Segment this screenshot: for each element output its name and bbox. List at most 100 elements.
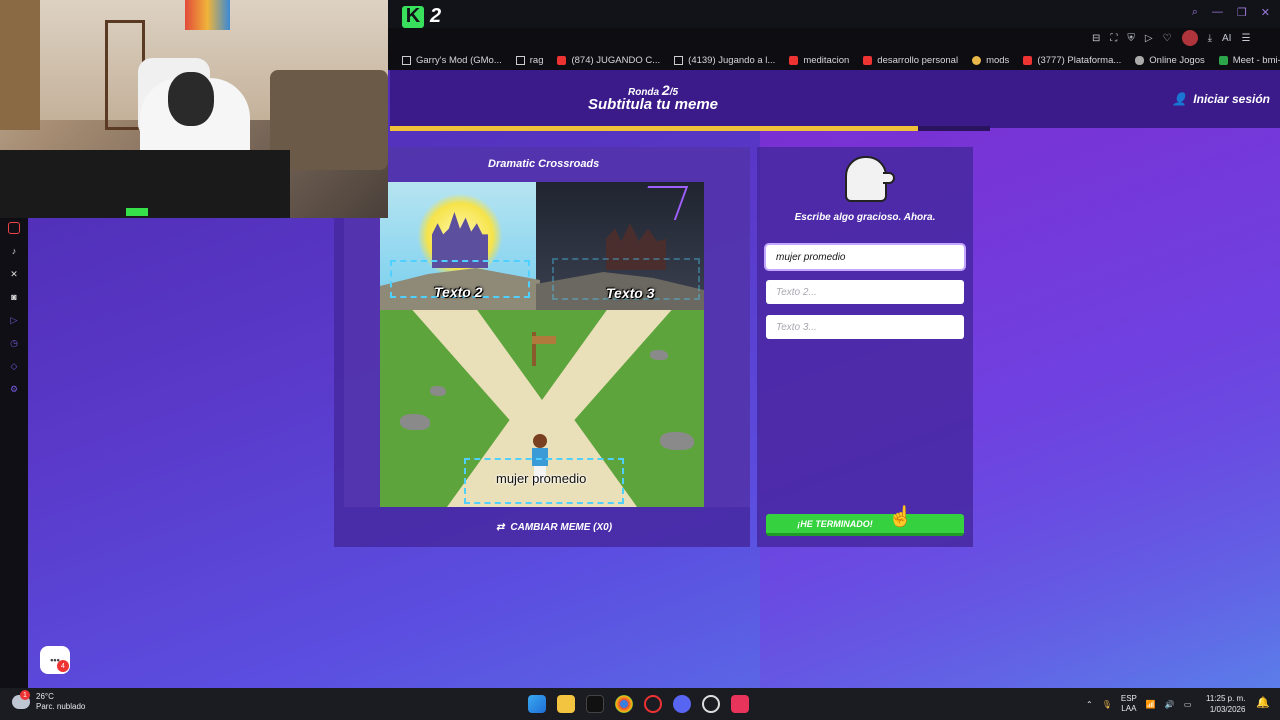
star-icon — [972, 55, 982, 65]
webcam-overlay — [0, 0, 388, 218]
mouse-cursor: ↖ — [916, 318, 927, 332]
avatar[interactable] — [1181, 30, 1198, 46]
caption-input-2[interactable] — [766, 280, 964, 304]
done-button[interactable]: ¡HE TERMINADO! — [766, 514, 964, 536]
minimize-icon[interactable]: — — [1212, 6, 1223, 19]
game-header — [390, 70, 1280, 128]
chat-badge: 4 — [57, 660, 69, 672]
ai-button[interactable]: AI — [1222, 33, 1231, 44]
weather-widget[interactable]: 1 26°C Parc. nublado — [12, 690, 85, 712]
youtube-icon — [1023, 55, 1033, 65]
chrome-icon[interactable] — [615, 695, 633, 713]
chat-bubble-icon[interactable]: ◇ — [8, 360, 20, 372]
login-button[interactable]: 👤 Iniciar sesión — [1172, 92, 1270, 106]
bookmark-label: (874) JUGANDO C... — [571, 54, 661, 66]
progress-fill — [390, 126, 918, 131]
play-icon[interactable]: ▷ — [1145, 33, 1153, 44]
caption-panel — [757, 147, 973, 547]
change-meme-button[interactable]: ⇄ CAMBIAR MEME (X0) — [496, 522, 612, 533]
gear-app-icon[interactable] — [702, 695, 720, 713]
windows-start-icon[interactable] — [528, 695, 546, 713]
language-indicator[interactable]: ESP LAA — [1121, 694, 1137, 714]
webcam-door — [0, 0, 40, 130]
toolbar-icons: ⊟ ⛶ ⛨ ▷ ♡ ⤓ AI ☰ — [1092, 30, 1250, 46]
opera-gx-icon[interactable] — [644, 695, 662, 713]
bookmark-label: Garry's Mod (GMo... — [416, 54, 502, 66]
restore-icon[interactable]: ❐ — [1237, 6, 1247, 19]
search-icon[interactable]: ⌕ — [1192, 6, 1198, 19]
history-icon[interactable]: ◷ — [8, 337, 20, 349]
tiktok-icon[interactable]: ♪ — [8, 245, 20, 257]
notification-icon[interactable]: 🔔 — [1256, 696, 1270, 709]
rock — [660, 432, 694, 450]
discord-icon[interactable]: ◙ — [8, 291, 20, 303]
download-icon[interactable]: ⤓ — [1208, 33, 1212, 44]
player-icon[interactable]: ▷ — [8, 314, 20, 326]
caption-input-1[interactable] — [766, 245, 964, 269]
bookmark-item[interactable]: Meet - bmi-cosq-... — [1218, 54, 1280, 66]
menu-icon[interactable]: ☰ — [1241, 33, 1250, 44]
bookmark-item[interactable]: meditacion — [789, 55, 849, 66]
bookmark-item[interactable]: rag — [515, 54, 544, 66]
doc-icon — [402, 55, 411, 65]
shield-icon[interactable]: ⛨ — [1127, 33, 1135, 44]
microphone-icon[interactable]: 🎙 — [1102, 700, 1112, 709]
rock — [650, 350, 668, 360]
browser-sidebar: ♪ ✕ ◙ ▷ ◷ ◇ ⚙ — [0, 220, 28, 690]
system-tray: ⌃ 🎙 ESP LAA 📶 🔊 ▭ — [1086, 694, 1191, 714]
taskbar-apps — [528, 695, 749, 713]
bookmark-item[interactable]: Garry's Mod (GMo... — [402, 55, 502, 66]
x-icon[interactable]: ✕ — [8, 268, 20, 280]
change-meme-label: CAMBIAR MEME (X0) — [510, 522, 613, 533]
doc-icon — [515, 55, 525, 65]
app-logo[interactable]: K 2 — [402, 5, 441, 28]
tiktok-icon[interactable] — [586, 695, 604, 713]
instagram-icon[interactable] — [8, 222, 20, 234]
logo-suffix: 2 — [430, 5, 442, 27]
close-icon[interactable]: ✕ — [1261, 6, 1270, 19]
shuffle-icon: ⇄ — [496, 522, 505, 533]
user-icon: 👤 — [1172, 92, 1188, 106]
bookmark-label: desarrollo personal — [877, 54, 959, 66]
discord-icon[interactable] — [673, 695, 691, 713]
youtube-icon — [863, 55, 873, 65]
caption-input-3[interactable] — [766, 315, 964, 339]
time: 11:25 p. m. — [1206, 694, 1246, 703]
bookmark-item[interactable]: mods — [972, 55, 1009, 66]
bookmark-item[interactable]: (4139) Jugando a l... — [674, 55, 775, 66]
date: 1/03/2026 — [1209, 705, 1246, 714]
bookmark-label: rag — [529, 54, 544, 66]
youtube-icon — [789, 55, 799, 65]
screenshot-icon[interactable]: ⛶ — [1110, 33, 1117, 44]
login-label: Iniciar sesión — [1193, 92, 1270, 106]
bookmark-item[interactable]: (3777) Plataforma... — [1023, 55, 1121, 66]
tiktok-live-icon[interactable] — [731, 695, 749, 713]
temperature: 26°C — [36, 692, 54, 701]
rock — [430, 386, 446, 396]
clock[interactable]: 11:25 p. m. 1/03/2026 — [1206, 693, 1245, 715]
heart-icon[interactable]: ♡ — [1163, 33, 1172, 44]
round-progress-bar — [390, 126, 990, 131]
bookmark-icon[interactable]: ⊟ — [1092, 33, 1100, 44]
prompt-text: Escribe algo gracioso. Ahora. — [794, 212, 936, 223]
hand-cursor: ☝ — [888, 506, 913, 528]
bookmark-item[interactable]: desarrollo personal — [863, 55, 958, 66]
settings-icon[interactable]: ⚙ — [8, 383, 20, 395]
bookmark-label: meditacion — [803, 54, 850, 66]
meme-title: Dramatic Crossroads — [488, 158, 600, 170]
bookmark-label: mods — [986, 54, 1010, 66]
chevron-up-icon[interactable]: ⌃ — [1086, 700, 1093, 709]
bookmark-item[interactable]: Online Jogos — [1135, 55, 1205, 66]
bookmark-label: Meet - bmi-cosq-... — [1232, 54, 1280, 66]
caption-text-1: mujer promedio — [496, 471, 587, 486]
weather-badge: 1 — [20, 690, 30, 700]
bookmark-label: (4139) Jugando a l... — [688, 54, 776, 66]
speaker-icon[interactable]: 🔊 — [1165, 700, 1175, 709]
webcam-painting — [185, 0, 230, 30]
wifi-icon[interactable]: 📶 — [1146, 700, 1156, 709]
battery-icon[interactable]: ▭ — [1184, 700, 1192, 709]
kick-logo: K — [402, 5, 424, 28]
bookmark-item[interactable]: (874) JUGANDO C... — [557, 55, 660, 66]
file-explorer-icon[interactable] — [557, 695, 575, 713]
youtube-icon — [557, 55, 567, 65]
